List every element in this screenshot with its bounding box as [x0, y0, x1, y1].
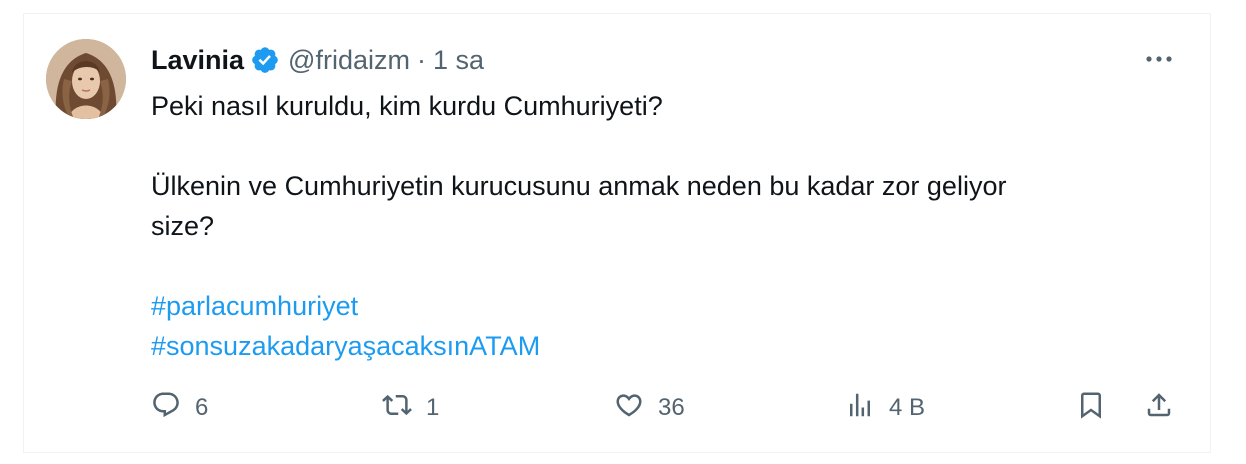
tweet-text-line: Peki nasıl kuruldu, kim kurdu Cumhuriyet… — [151, 91, 663, 121]
share-icon — [1144, 390, 1174, 427]
like-button[interactable]: 36 — [614, 390, 685, 426]
author-handle[interactable]: @fridaizm — [288, 45, 410, 76]
avatar[interactable] — [46, 39, 126, 119]
bookmark-icon — [1076, 390, 1106, 427]
author-name[interactable]: Lavinia — [151, 45, 244, 76]
reply-count: 6 — [195, 394, 209, 421]
retweet-count: 1 — [426, 394, 440, 421]
tweet-text-line: Ülkenin ve Cumhuriyetin kurucusunu anmak… — [151, 171, 1007, 201]
tweet-text: Peki nasıl kuruldu, kim kurdu Cumhuriyet… — [151, 86, 1161, 366]
retweet-button[interactable]: 1 — [382, 390, 439, 426]
reply-icon — [151, 390, 181, 427]
share-button[interactable] — [1144, 390, 1174, 426]
more-icon[interactable] — [1142, 44, 1176, 74]
reply-button[interactable]: 6 — [151, 390, 208, 426]
views-button[interactable]: 4 B — [845, 390, 925, 426]
retweet-icon — [382, 390, 412, 427]
hashtag-link[interactable]: #parlacumhuriyet — [151, 286, 1161, 326]
tweet-time[interactable]: 1 sa — [433, 45, 484, 76]
like-icon — [614, 390, 644, 427]
views-count: 4 B — [889, 394, 926, 421]
bookmark-button[interactable] — [1076, 390, 1106, 426]
tweet-text-line: size? — [151, 211, 215, 241]
verified-badge-icon — [250, 45, 280, 75]
tweet-header: Lavinia @fridaizm · 1 sa — [151, 42, 484, 78]
like-count: 36 — [658, 394, 685, 421]
hashtag-link[interactable]: #sonsuzakadaryaşacaksınATAM — [151, 326, 1161, 366]
separator-dot: · — [416, 44, 426, 75]
views-icon — [845, 390, 875, 427]
